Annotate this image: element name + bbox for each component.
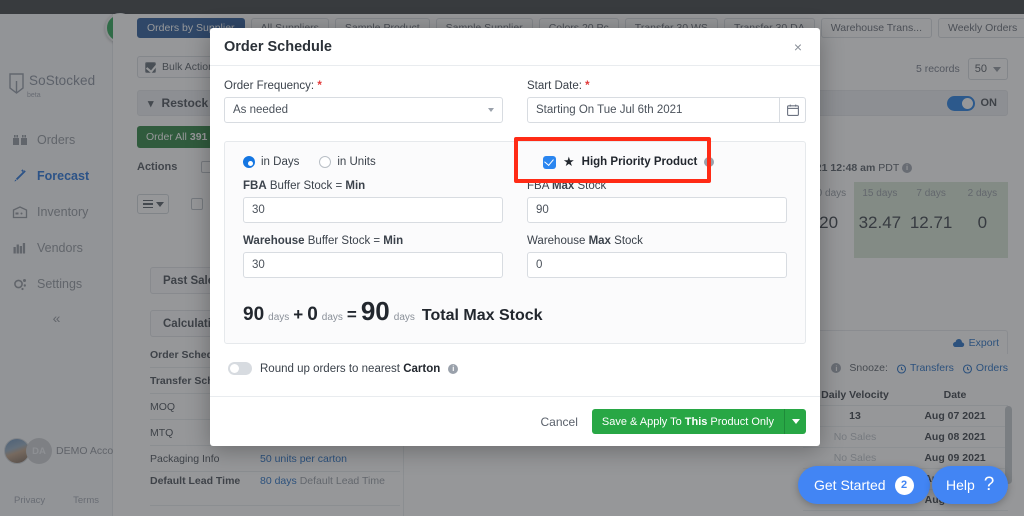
label-post: Stock [610,235,643,247]
info-icon[interactable]: i [704,157,715,167]
order-frequency-group: Order Frequency: * As needed [224,80,503,123]
high-priority-product-row[interactable]: ★ High Priority Product i [519,154,787,170]
warehouse-buffer-stock-label: Warehouse Buffer Stock = Min [243,235,503,247]
radio-unselected-icon [319,156,332,168]
radio-label: in Days [261,156,300,168]
warehouse-buffer-stock-input[interactable]: 30 [243,252,503,278]
fba-buffer-stock-label: FBA Buffer Stock = Min [243,180,503,192]
label-text: Start Date: [527,80,582,92]
modal-footer: Cancel Save & Apply To This Product Only [210,396,820,446]
warehouse-max-stock-label: Warehouse Max Stock [527,235,787,247]
total-max-stock-formula: 90 days + 0 days = 90 days Total Max Sto… [243,296,787,327]
cancel-button[interactable]: Cancel [541,415,578,429]
warehouse-max-stock-group: Warehouse Max Stock 0 [527,235,787,278]
formula-operand-b: 0 [307,304,318,325]
chevron-down-icon [488,108,494,112]
label-bold: Warehouse [243,235,305,247]
formula-unit-b: days [321,312,343,323]
options-row: in Days in Units ★ High Priority Product… [243,154,787,170]
order-schedule-modal: Order Schedule × Order Frequency: * As n… [210,28,820,446]
stock-settings-card: in Days in Units ★ High Priority Product… [224,137,806,344]
fba-max-stock-group: FBA Max Stock 90 [527,180,787,223]
formula-equals: = [346,305,357,324]
fba-buffer-stock-group: FBA Buffer Stock = Min 30 [243,180,503,223]
fba-max-stock-label: FBA Max Stock [527,180,787,192]
label-bold: Max [551,180,575,192]
round-up-toggle-row[interactable]: Round up orders to nearest Carton i [224,362,806,375]
help-pill[interactable]: Help ? [932,466,1009,504]
fba-buffer-stock-input[interactable]: 30 [243,197,503,223]
get-started-label: Get Started [814,477,886,493]
label-pre: Round up orders to nearest [260,362,404,375]
required-marker: * [585,80,590,92]
required-marker: * [317,80,322,92]
get-started-badge: 2 [894,475,914,495]
close-icon[interactable]: × [790,36,806,58]
label-bold: Min [345,180,366,192]
formula-unit-total: days [393,312,415,323]
label-pre: FBA [527,180,552,192]
save-label-bold: This [684,415,708,428]
unit-mode-radio-group: in Days in Units [243,154,519,170]
order-frequency-select[interactable]: As needed [224,97,503,123]
formula-total: 90 [360,296,390,326]
get-started-pill[interactable]: Get Started 2 [798,466,930,504]
label-bold: Min [383,235,404,247]
save-label-post: Product Only [710,415,774,428]
app-root: SoStocked beta Orders Forecast [0,0,1024,516]
label-bold: FBA [243,180,267,192]
start-date-input[interactable]: Starting On Tue Jul 6th 2021 [527,97,780,123]
radio-label: in Units [337,156,376,168]
warehouse-buffer-stock-group: Warehouse Buffer Stock = Min 30 [243,235,503,278]
calendar-icon[interactable] [780,97,806,123]
round-up-toggle[interactable] [228,362,252,375]
label-mid: Buffer Stock = [266,180,346,192]
start-date-group: Start Date: * Starting On Tue Jul 6th 20… [527,80,806,123]
order-frequency-label: Order Frequency: * [224,80,503,92]
order-frequency-value: As needed [233,104,288,116]
start-date-label: Start Date: * [527,80,806,92]
radio-selected-icon [243,156,255,168]
formula-label: Total Max Stock [421,307,543,324]
modal-body: Order Frequency: * As needed Start Date:… [210,66,820,396]
round-up-label: Round up orders to nearest Carton [260,363,440,375]
formula-operand-a: 90 [243,304,265,325]
high-priority-label: High Priority Product [581,156,698,168]
label-mid: Buffer Stock = [304,235,384,247]
start-date-control: Starting On Tue Jul 6th 2021 [527,97,806,123]
modal-header: Order Schedule × [210,28,820,66]
save-apply-button[interactable]: Save & Apply To This Product Only [591,409,784,434]
high-priority-checkbox[interactable] [543,155,556,169]
chevron-down-icon [791,419,800,424]
help-label: Help [946,477,975,493]
star-icon: ★ [563,154,575,169]
radio-in-units[interactable]: in Units [319,156,376,168]
formula-unit-a: days [268,312,290,323]
warehouse-max-stock-input[interactable]: 0 [527,252,787,278]
label-bold: Carton [403,362,441,375]
save-label-pre: Save & Apply To [601,415,682,428]
schedule-fields-row: Order Frequency: * As needed Start Date:… [224,80,806,123]
question-mark-icon: ? [983,474,995,495]
modal-title: Order Schedule [224,38,332,55]
info-icon[interactable]: i [448,363,459,374]
formula-plus: + [293,305,304,324]
label-text: Order Frequency: [224,80,315,92]
radio-in-days[interactable]: in Days [243,156,299,168]
save-options-dropdown[interactable] [784,409,806,434]
min-max-fields-row-1: FBA Buffer Stock = Min 30 FBA Max Stock … [243,180,787,223]
save-button-group: Save & Apply To This Product Only [591,409,806,434]
label-post: Stock [574,180,607,192]
min-max-fields-row-2: Warehouse Buffer Stock = Min 30 Warehous… [243,235,787,278]
label-bold: Max [588,235,611,247]
fba-max-stock-input[interactable]: 90 [527,197,787,223]
label-pre: Warehouse [527,235,589,247]
